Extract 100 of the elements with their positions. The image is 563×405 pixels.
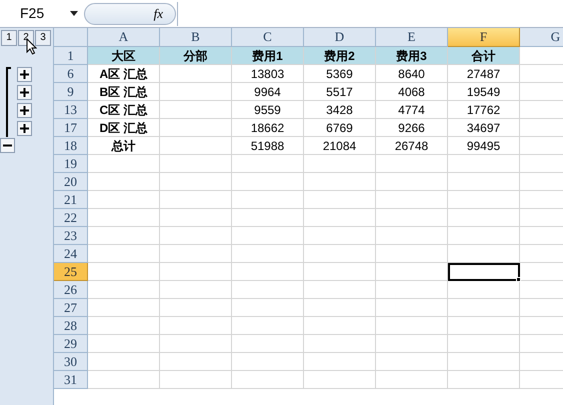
table-cell[interactable]: 5369 [304,65,376,83]
table-cell[interactable] [304,191,376,209]
fill-handle[interactable] [516,277,521,282]
table-cell[interactable] [304,335,376,353]
table-cell[interactable] [88,317,160,335]
table-cell[interactable] [88,245,160,263]
table-cell[interactable]: 18662 [232,119,304,137]
table-cell[interactable] [232,353,304,371]
table-cell[interactable] [232,155,304,173]
table-cell[interactable] [376,371,448,389]
row-header[interactable]: 28 [54,317,88,335]
insert-function-button[interactable]: fx [154,7,163,20]
table-cell[interactable] [376,299,448,317]
table-cell[interactable] [448,245,520,263]
table-cell[interactable]: 34697 [448,119,520,137]
expand-button[interactable] [17,121,32,136]
row-header[interactable]: 17 [54,119,88,137]
table-cell[interactable]: 27487 [448,65,520,83]
table-cell[interactable]: 21084 [304,137,376,155]
table-cell[interactable]: 9559 [232,101,304,119]
column-header[interactable]: A [88,28,160,47]
table-cell[interactable] [232,191,304,209]
table-cell[interactable] [448,209,520,227]
table-cell[interactable]: 8640 [376,65,448,83]
table-cell[interactable] [160,101,232,119]
table-cell[interactable] [232,299,304,317]
table-cell[interactable] [160,281,232,299]
table-cell[interactable] [232,209,304,227]
row-header[interactable]: 13 [54,101,88,119]
name-box[interactable]: F25 [0,2,84,26]
table-cell[interactable] [160,353,232,371]
table-cell[interactable] [88,335,160,353]
table-cell[interactable]: 费用3 [376,47,448,65]
row-header[interactable]: 31 [54,371,88,389]
table-cell[interactable] [88,209,160,227]
column-header[interactable]: D [304,28,376,47]
table-cell[interactable]: 6769 [304,119,376,137]
table-cell[interactable] [304,263,376,281]
table-cell[interactable]: 99495 [448,137,520,155]
table-cell[interactable] [376,227,448,245]
table-cell[interactable] [304,245,376,263]
table-cell[interactable] [304,299,376,317]
outline-level-button[interactable]: 1 [1,30,17,46]
row-header[interactable]: 29 [54,335,88,353]
table-cell[interactable]: 51988 [232,137,304,155]
dropdown-caret-icon[interactable] [70,11,78,16]
table-cell[interactable]: 9964 [232,83,304,101]
table-cell[interactable] [160,83,232,101]
table-cell[interactable] [304,371,376,389]
table-cell[interactable]: A区 汇总 [88,65,160,83]
table-cell[interactable] [232,173,304,191]
active-cell[interactable] [448,263,520,281]
table-cell[interactable] [376,353,448,371]
table-cell[interactable]: C区 汇总 [88,101,160,119]
table-cell[interactable] [304,281,376,299]
row-header[interactable]: 23 [54,227,88,245]
expand-button[interactable] [17,85,32,100]
table-cell[interactable]: 5517 [304,83,376,101]
table-cell[interactable] [160,173,232,191]
table-cell[interactable] [88,191,160,209]
row-header[interactable]: 26 [54,281,88,299]
table-cell[interactable]: 合计 [448,47,520,65]
table-cell[interactable] [376,245,448,263]
expand-button[interactable] [17,67,32,82]
table-cell[interactable] [160,137,232,155]
table-cell[interactable]: 19549 [448,83,520,101]
table-cell[interactable] [448,317,520,335]
row-header[interactable]: 6 [54,65,88,83]
row-header[interactable]: 24 [54,245,88,263]
row-header[interactable]: 21 [54,191,88,209]
select-all-corner[interactable] [54,28,88,47]
table-cell[interactable] [376,335,448,353]
column-header[interactable]: B [160,28,232,47]
table-cell[interactable]: 17762 [448,101,520,119]
table-cell[interactable] [160,155,232,173]
row-header[interactable]: 20 [54,173,88,191]
table-cell[interactable] [232,263,304,281]
table-cell[interactable] [304,209,376,227]
row-header[interactable]: 18 [54,137,88,155]
column-header[interactable]: G [520,28,563,47]
table-cell[interactable]: 3428 [304,101,376,119]
table-cell[interactable] [160,191,232,209]
column-header[interactable]: F [448,28,520,47]
table-cell[interactable] [448,173,520,191]
table-cell[interactable] [376,281,448,299]
table-cell[interactable] [160,317,232,335]
table-cell[interactable]: 总计 [88,137,160,155]
table-cell[interactable]: 费用1 [232,47,304,65]
table-cell[interactable] [88,227,160,245]
table-cell[interactable] [88,299,160,317]
table-cell[interactable]: 费用2 [304,47,376,65]
table-cell[interactable]: D区 汇总 [88,119,160,137]
table-cell[interactable] [376,317,448,335]
table-cell[interactable] [88,353,160,371]
table-cell[interactable] [376,155,448,173]
table-cell[interactable] [448,353,520,371]
table-cell[interactable] [160,245,232,263]
table-cell[interactable] [376,263,448,281]
table-cell[interactable] [448,371,520,389]
row-header[interactable]: 22 [54,209,88,227]
